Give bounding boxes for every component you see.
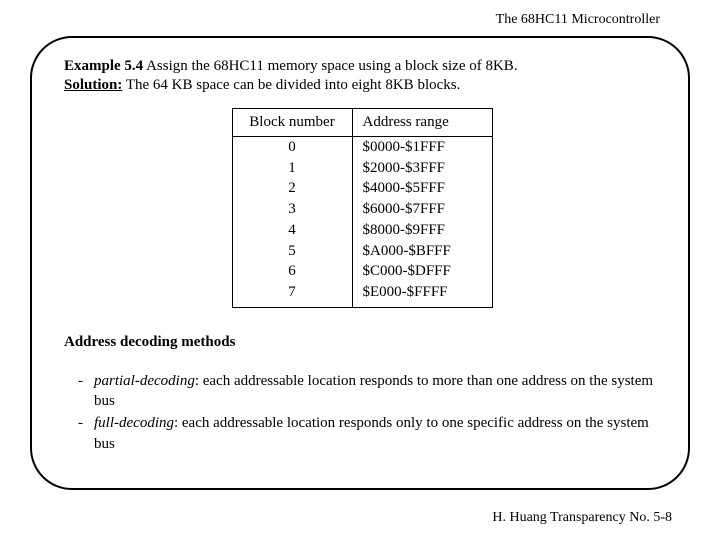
solution-text: The 64 KB space can be divided into eigh…	[122, 77, 460, 93]
solution-label: Solution:	[64, 77, 122, 93]
cell-block: 3	[232, 199, 352, 220]
cell-block: 0	[232, 136, 352, 157]
table-row: 3$6000-$7FFF	[232, 199, 492, 220]
table-row: 5$A000-$BFFF	[232, 241, 492, 262]
example-label: Example 5.4	[64, 58, 143, 74]
th-range: Address range	[352, 109, 492, 137]
section-title: Address decoding methods	[64, 334, 660, 351]
table-header-row: Block number Address range	[232, 109, 492, 137]
block-table: Block number Address range 0$0000-$1FFF …	[232, 108, 493, 308]
cell-range: $4000-$5FFF	[352, 178, 492, 199]
table-row: 4$8000-$9FFF	[232, 220, 492, 241]
table-row: 2$4000-$5FFF	[232, 178, 492, 199]
example-line: Example 5.4 Assign the 68HC11 memory spa…	[64, 58, 660, 75]
cell-range: $6000-$7FFF	[352, 199, 492, 220]
cell-range: $A000-$BFFF	[352, 241, 492, 262]
cell-range: $0000-$1FFF	[352, 136, 492, 157]
table-row: 6$C000-$DFFF	[232, 261, 492, 282]
table-wrap: Block number Address range 0$0000-$1FFF …	[64, 108, 660, 308]
example-text: Assign the 68HC11 memory space using a b…	[143, 58, 517, 74]
page-header: The 68HC11 Microcontroller	[0, 0, 720, 34]
table-row: 7$E000-$FFFF	[232, 282, 492, 307]
cell-block: 5	[232, 241, 352, 262]
cell-range: $C000-$DFFF	[352, 261, 492, 282]
page-footer: H. Huang Transparency No. 5-8	[492, 510, 672, 526]
solution-line: Solution: The 64 KB space can be divided…	[64, 77, 660, 94]
bullet-item: full-decoding: each addressable location…	[78, 413, 660, 454]
cell-block: 2	[232, 178, 352, 199]
table-row: 0$0000-$1FFF	[232, 136, 492, 157]
content-frame: Example 5.4 Assign the 68HC11 memory spa…	[30, 36, 690, 490]
bullet-item: partial-decoding: each addressable locat…	[78, 371, 660, 412]
bullet-list: partial-decoding : each addressable locat…	[64, 371, 660, 454]
cell-block: 6	[232, 261, 352, 282]
header-title: The 68HC11 Microcontroller	[496, 12, 660, 27]
footer-text: H. Huang Transparency No. 5-8	[492, 510, 672, 525]
th-block: Block number	[232, 109, 352, 137]
cell-block: 7	[232, 282, 352, 307]
cell-block: 4	[232, 220, 352, 241]
cell-range: $8000-$9FFF	[352, 220, 492, 241]
cell-range: $2000-$3FFF	[352, 158, 492, 179]
cell-range: $E000-$FFFF	[352, 282, 492, 307]
bullet-desc: : each addressable location responds onl…	[94, 415, 649, 451]
table-row: 1$2000-$3FFF	[232, 158, 492, 179]
bullet-term: partial-decoding	[94, 373, 195, 389]
cell-block: 1	[232, 158, 352, 179]
bullet-term: full-decoding	[94, 415, 174, 431]
